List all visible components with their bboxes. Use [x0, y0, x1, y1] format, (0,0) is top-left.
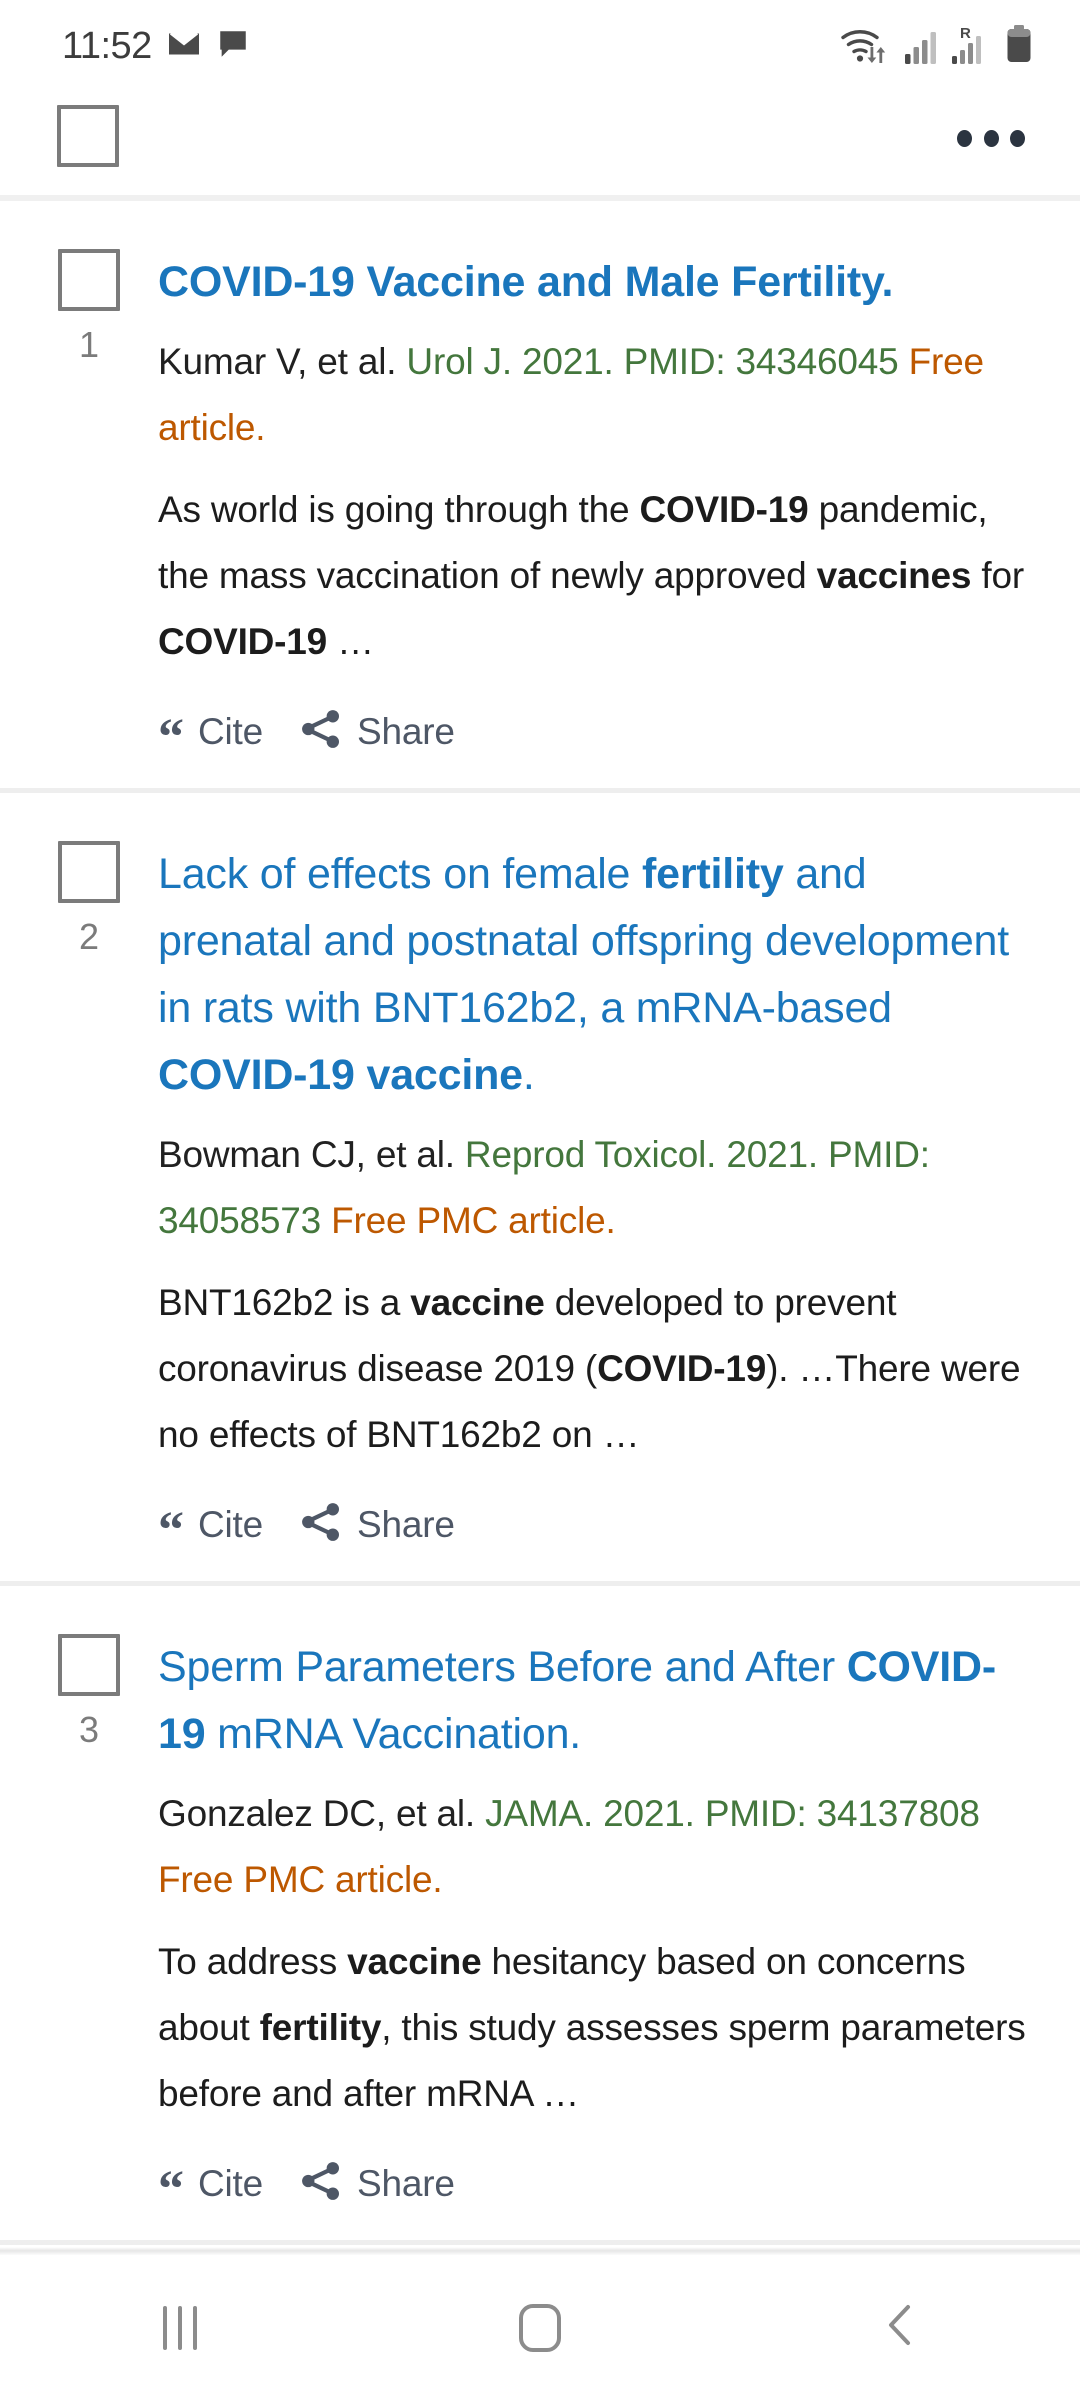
app-header: [0, 92, 1080, 195]
highlighted-term: vaccines: [816, 555, 972, 596]
result-free-tag: Free PMC article.: [331, 1200, 616, 1241]
result-checkbox[interactable]: [58, 249, 120, 311]
back-icon: [878, 2299, 922, 2356]
result-actions: “ Cite Share: [158, 1501, 1028, 1559]
result-authors: Bowman CJ, et al.: [158, 1134, 455, 1175]
highlighted-term: COVID-19 vaccine: [158, 1051, 523, 1099]
result-citation: Kumar V, et al. Urol J. 2021. PMID: 3434…: [158, 329, 1028, 461]
result-body: Sperm Parameters Before and After COVID-…: [158, 1634, 1038, 2218]
highlighted-term: COVID-19: [639, 489, 809, 530]
roaming-signal-icon: R: [951, 23, 991, 70]
cite-button[interactable]: “ Cite: [158, 708, 263, 766]
result-index: 2: [78, 916, 100, 957]
share-icon: [299, 2161, 343, 2206]
quote-icon: “: [158, 1501, 184, 1559]
quote-icon: “: [158, 2160, 184, 2218]
result-inner: 2 Lack of effects on female fertility and…: [42, 841, 1038, 1559]
share-button-label: Share: [357, 2162, 455, 2204]
result-title-link[interactable]: Sperm Parameters Before and After COVID-…: [158, 1643, 996, 1758]
highlighted-term: COVID-19: [158, 1643, 997, 1758]
highlighted-term: fertility: [642, 850, 784, 898]
cite-button[interactable]: “ Cite: [158, 1501, 263, 1559]
result-authors: Kumar V, et al.: [158, 341, 397, 382]
recents-button[interactable]: [0, 2255, 360, 2400]
cite-button-label: Cite: [198, 1503, 263, 1545]
result-actions: “ Cite Share: [158, 2160, 1028, 2218]
cite-button-label: Cite: [198, 710, 263, 752]
quote-icon: “: [158, 708, 184, 766]
envelope-icon: [166, 26, 202, 67]
share-button[interactable]: Share: [299, 2161, 455, 2206]
share-button[interactable]: Share: [299, 709, 455, 754]
result-gutter: 3: [42, 1634, 158, 1748]
kebab-dot: [1010, 129, 1025, 147]
highlighted-term: COVID-19: [158, 621, 328, 662]
result-body: COVID-19 Vaccine and Male Fertility. Kuma…: [158, 249, 1038, 766]
highlighted-term: vaccine: [410, 1282, 545, 1323]
result-authors: Gonzalez DC, et al.: [158, 1793, 476, 1834]
phone-screen: 11:52 R 1 COVID-19 Vaccine and Male Fert…: [0, 0, 1080, 2400]
result-checkbox[interactable]: [58, 1634, 120, 1696]
result-inner: 1 COVID-19 Vaccine and Male Fertility. Kum…: [42, 249, 1038, 766]
search-result-item[interactable]: 1 COVID-19 Vaccine and Male Fertility. Kum…: [0, 201, 1080, 788]
svg-text:R: R: [960, 25, 971, 42]
result-gutter: 2: [42, 841, 158, 955]
share-button[interactable]: Share: [299, 1502, 455, 1547]
home-icon: [519, 2303, 561, 2352]
overflow-menu-icon[interactable]: [957, 118, 1025, 158]
highlighted-term: vaccine: [347, 1941, 482, 1982]
cite-button-label: Cite: [198, 2162, 263, 2204]
battery-icon: [1004, 23, 1034, 70]
wifi-data-icon: [839, 23, 891, 70]
kebab-dot: [983, 129, 999, 147]
recents-icon: [163, 2305, 197, 2350]
result-snippet: BNT162b2 is a vaccine developed to preve…: [158, 1282, 1021, 1455]
highlighted-term: fertility: [259, 2007, 382, 2048]
result-snippet: As world is going through the COVID-19 p…: [158, 489, 1024, 662]
share-button-label: Share: [357, 1503, 455, 1545]
result-citation: Bowman CJ, et al. Reprod Toxicol. 2021. …: [158, 1122, 1028, 1254]
result-divider: [0, 2240, 1080, 2245]
select-all-checkbox[interactable]: [57, 105, 119, 167]
home-button[interactable]: [360, 2255, 720, 2400]
status-bar-right: R: [839, 23, 1034, 70]
cite-button[interactable]: “ Cite: [158, 2160, 263, 2218]
result-title-link[interactable]: COVID-19 Vaccine and Male Fertility.: [158, 258, 893, 306]
kebab-dot: [957, 129, 972, 147]
result-journal: JAMA. 2021. PMID: 34137808: [485, 1793, 980, 1834]
back-button[interactable]: [720, 2255, 1080, 2400]
result-snippet: To address vaccine hesitancy based on co…: [158, 1941, 1026, 2114]
highlighted-term: Fertility: [731, 258, 882, 306]
search-result-item[interactable]: 3 Sperm Parameters Before and After COVID…: [0, 1586, 1080, 2240]
result-inner: 3 Sperm Parameters Before and After COVID…: [42, 1634, 1038, 2218]
status-bar-left: 11:52: [62, 25, 250, 68]
result-body: Lack of effects on female fertility and …: [158, 841, 1038, 1559]
status-bar: 11:52 R: [0, 0, 1080, 92]
result-free-tag: Free PMC article.: [158, 1859, 443, 1900]
android-nav-bar: [0, 2255, 1080, 2400]
result-journal: Urol J. 2021. PMID: 34346045: [406, 341, 899, 382]
status-clock: 11:52: [62, 24, 152, 67]
share-icon: [299, 1502, 343, 1547]
result-checkbox[interactable]: [58, 841, 120, 903]
result-index: 1: [78, 324, 100, 365]
nav-bar-divider: [0, 2247, 1080, 2255]
result-title-link[interactable]: Lack of effects on female fertility and …: [158, 850, 1009, 1099]
search-results-list: 1 COVID-19 Vaccine and Male Fertility. Kum…: [0, 201, 1080, 2245]
highlighted-term: COVID-19 Vaccine: [158, 258, 526, 306]
share-button-label: Share: [357, 710, 455, 752]
search-result-item[interactable]: 2 Lack of effects on female fertility and…: [0, 793, 1080, 1581]
result-citation: Gonzalez DC, et al. JAMA. 2021. PMID: 34…: [158, 1781, 1028, 1913]
share-icon: [299, 709, 343, 754]
result-index: 3: [78, 1709, 100, 1750]
result-gutter: 1: [42, 249, 158, 363]
chat-bubble-icon: [216, 27, 250, 66]
result-actions: “ Cite Share: [158, 708, 1028, 766]
signal-bars-icon: [904, 23, 938, 70]
highlighted-term: COVID-19: [597, 1348, 767, 1389]
